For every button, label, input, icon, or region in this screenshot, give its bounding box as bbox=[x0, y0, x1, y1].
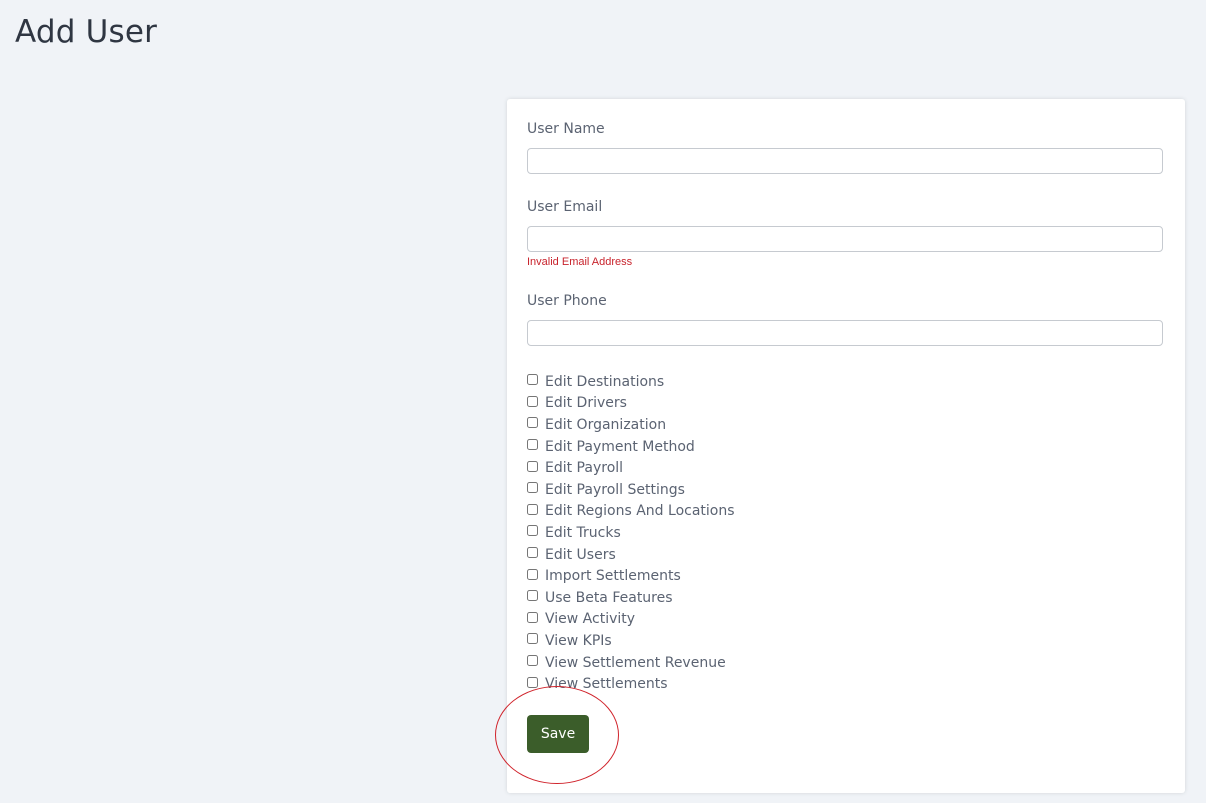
user-name-input[interactable] bbox=[527, 148, 1163, 174]
permission-label: Edit Users bbox=[545, 546, 616, 563]
permission-label: View Settlements bbox=[545, 676, 668, 693]
permission-checkbox-edit-regions-and-locations[interactable] bbox=[527, 503, 538, 515]
permission-item[interactable]: View Activity bbox=[527, 609, 1127, 631]
permission-checkbox-view-settlements[interactable] bbox=[527, 676, 538, 688]
permissions-list: Edit Destinations Edit Drivers Edit Orga… bbox=[527, 371, 1127, 695]
permission-item[interactable]: Edit Users bbox=[527, 544, 1127, 566]
permission-item[interactable]: Edit Trucks bbox=[527, 522, 1127, 544]
permission-item[interactable]: View Settlements bbox=[527, 673, 1127, 695]
permission-label: Edit Drivers bbox=[545, 395, 627, 412]
email-error-message: Invalid Email Address bbox=[527, 256, 633, 268]
permission-label: Edit Regions And Locations bbox=[545, 503, 735, 520]
user-email-input[interactable] bbox=[527, 226, 1163, 252]
permission-checkbox-edit-payroll[interactable] bbox=[527, 460, 538, 472]
permission-item[interactable]: Use Beta Features bbox=[527, 587, 1127, 609]
permission-label: View Activity bbox=[545, 611, 636, 628]
permission-checkbox-import-settlements[interactable] bbox=[527, 568, 538, 580]
user-phone-input[interactable] bbox=[527, 320, 1163, 346]
permission-item[interactable]: Edit Payment Method bbox=[527, 436, 1127, 458]
permission-checkbox-use-beta-features[interactable] bbox=[527, 590, 538, 602]
permission-label: Edit Payroll Settings bbox=[545, 481, 685, 498]
permission-checkbox-edit-users[interactable] bbox=[527, 547, 538, 559]
permission-item[interactable]: Import Settlements bbox=[527, 565, 1127, 587]
permission-checkbox-edit-drivers[interactable] bbox=[527, 395, 538, 407]
permission-item[interactable]: Edit Organization bbox=[527, 414, 1127, 436]
permission-checkbox-edit-destinations[interactable] bbox=[527, 374, 538, 386]
permission-label: Edit Destinations bbox=[545, 373, 665, 390]
permission-label: Edit Trucks bbox=[545, 524, 621, 541]
permission-checkbox-edit-trucks[interactable] bbox=[527, 525, 538, 537]
permission-item[interactable]: Edit Payroll bbox=[527, 457, 1127, 479]
user-email-label: User Email bbox=[527, 199, 603, 215]
permission-checkbox-edit-payroll-settings[interactable] bbox=[527, 482, 538, 494]
permission-item[interactable]: Edit Regions And Locations bbox=[527, 501, 1127, 523]
permission-item[interactable]: Edit Drivers bbox=[527, 393, 1127, 415]
permission-checkbox-view-activity[interactable] bbox=[527, 611, 538, 623]
user-name-label: User Name bbox=[527, 121, 605, 137]
permission-label: View KPIs bbox=[545, 632, 612, 649]
save-button[interactable]: Save bbox=[527, 715, 589, 753]
add-user-form-card: User Name User Email Invalid Email Addre… bbox=[507, 99, 1185, 793]
permission-checkbox-view-settlement-revenue[interactable] bbox=[527, 655, 538, 667]
permission-label: Import Settlements bbox=[545, 568, 681, 585]
user-phone-label: User Phone bbox=[527, 293, 607, 309]
permission-checkbox-edit-organization[interactable] bbox=[527, 417, 538, 429]
permission-label: Use Beta Features bbox=[545, 589, 673, 606]
permission-item[interactable]: Edit Payroll Settings bbox=[527, 479, 1127, 501]
permission-label: Edit Payment Method bbox=[545, 438, 695, 455]
page-title: Add User bbox=[15, 14, 158, 50]
permission-label: Edit Organization bbox=[545, 416, 667, 433]
permission-checkbox-edit-payment-method[interactable] bbox=[527, 439, 538, 451]
permission-item[interactable]: View Settlement Revenue bbox=[527, 652, 1127, 674]
permission-checkbox-view-kpis[interactable] bbox=[527, 633, 538, 645]
permission-item[interactable]: View KPIs bbox=[527, 630, 1127, 652]
permission-label: Edit Payroll bbox=[545, 460, 624, 477]
permission-item[interactable]: Edit Destinations bbox=[527, 371, 1127, 393]
permission-label: View Settlement Revenue bbox=[545, 654, 726, 671]
